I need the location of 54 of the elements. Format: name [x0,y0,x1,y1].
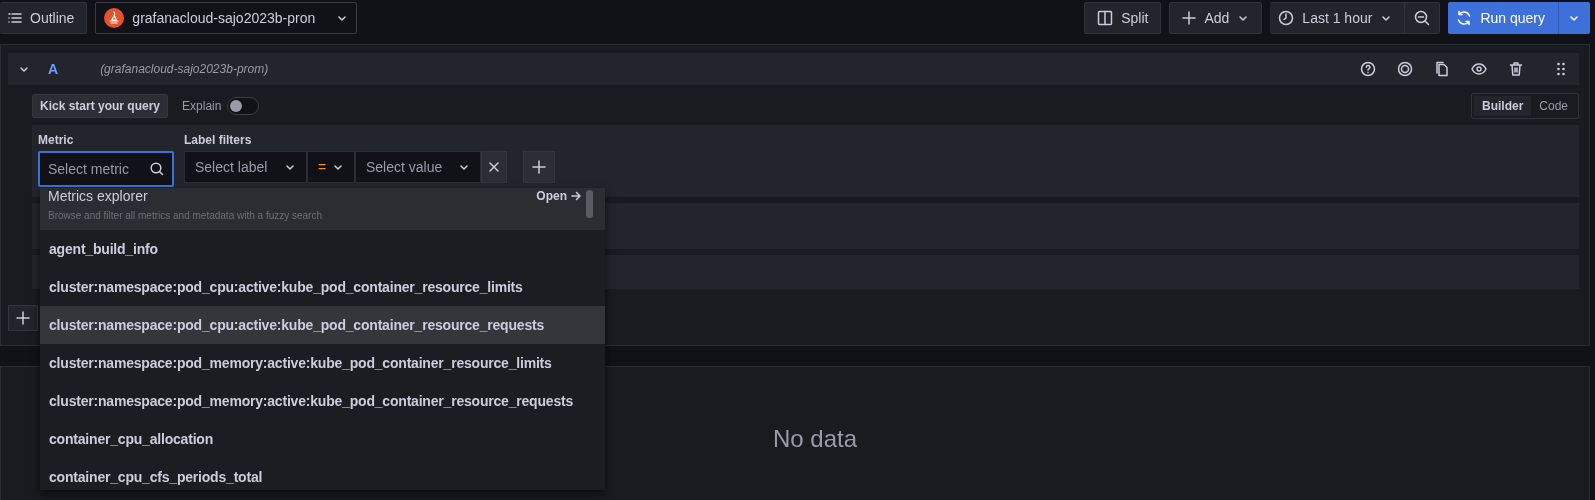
no-data-message: No data [772,425,858,454]
add-button[interactable]: Add [1169,2,1263,34]
scrollbar-thumb[interactable] [586,190,593,218]
explain-toggle[interactable] [227,97,260,115]
value-select[interactable]: Select value [355,151,481,183]
metric-option[interactable]: cluster:namespace:pod_cpu:active:kube_pod_container_resource_limits [40,268,605,306]
explain-label: Explain [182,99,222,113]
split-button[interactable]: Split [1084,2,1162,34]
label-select[interactable]: Select label [184,151,307,183]
flame-logo-icon [104,8,125,28]
close-icon [488,161,500,173]
add-filter-button[interactable] [523,151,555,183]
metric-option[interactable]: container_cpu_allocation [40,420,605,458]
plus-icon [16,311,30,325]
datasource-picker[interactable]: grafanacloud-sajo2023b-pron [95,2,358,34]
list-icon [8,12,22,24]
metric-field[interactable]: Select metric [38,151,174,187]
add-query-button[interactable] [8,305,38,331]
zoom-out-button[interactable] [1405,2,1441,34]
arrow-right-icon [571,191,581,201]
metric-option[interactable]: cluster:namespace:pod_memory:active:kube_pod_container_resource_limits [40,344,605,382]
run-query-button[interactable]: Run query [1448,2,1558,34]
operator-select[interactable]: = [307,151,355,183]
search-icon [150,162,164,176]
metrics-explorer-header[interactable]: Metrics explorer Open Browse and filter all metrics and metadata with a fuzzy search [40,188,605,230]
trash-icon[interactable] [1508,61,1524,77]
plus-icon [532,160,546,174]
datasource-label: (grafanacloud-sajo2023b-prom) [100,62,269,76]
refresh-icon [1456,10,1473,26]
zoom-out-icon [1414,10,1431,26]
columns-icon [1097,10,1114,26]
remove-filter-button[interactable] [481,151,507,183]
plus-icon [1182,11,1197,25]
metric-option[interactable]: cluster:namespace:pod_memory:active:kube_pod_container_resource_requests [40,382,605,420]
outline-button[interactable]: Outline [0,2,88,34]
metric-option[interactable]: container_cpu_cfs_periods_total [40,458,605,490]
clock-icon [1278,10,1295,26]
mode-tab[interactable]: Builder [1473,96,1532,116]
metric-option[interactable]: agent_build_info [40,230,605,268]
duplicate-icon[interactable] [1434,61,1450,77]
metric-option[interactable]: cluster:namespace:pod_cpu:active:kube_pod_container_resource_requests [40,306,605,344]
eye-icon[interactable] [1471,61,1487,77]
metric-label: Metric [38,133,75,147]
label-filters-label: Label filters [184,133,253,147]
open-link[interactable]: Open [536,189,581,203]
help-icon[interactable] [1360,61,1376,77]
dropdown-title: Metrics explorer [48,188,148,204]
run-options-button[interactable] [1558,2,1590,34]
kick-start-button[interactable]: Kick start your query [32,94,169,118]
time-range-picker[interactable]: Last 1 hour [1270,2,1406,34]
mode-tab[interactable]: Code [1531,96,1576,116]
inspect-icon[interactable] [1397,61,1413,77]
query-name[interactable]: A [48,61,59,77]
dropdown-description: Browse and filter all metrics and metadata with a fuzzy search [48,210,323,221]
